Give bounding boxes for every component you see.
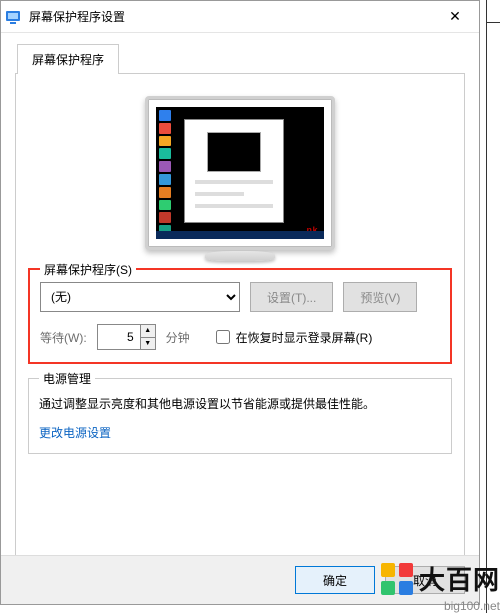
wait-unit: 分钟 <box>166 329 190 346</box>
screensaver-settings-dialog: 屏幕保护程序设置 ✕ 屏幕保护程序 nk <box>0 0 480 605</box>
tab-body: nk 屏幕保护程序(S) (无) 设置(T)... 预览(V) 等待(W): <box>15 74 465 574</box>
tabstrip: 屏幕保护程序 <box>15 43 465 74</box>
desktop-icons <box>159 110 173 236</box>
cancel-button[interactable]: 取消 <box>385 566 465 594</box>
resume-checkbox[interactable] <box>216 330 230 344</box>
preview-inner-window <box>184 119 284 223</box>
wait-spin-down[interactable]: ▼ <box>141 338 155 350</box>
tab-screensaver[interactable]: 屏幕保护程序 <box>17 44 119 74</box>
power-group: 电源管理 通过调整显示亮度和其他电源设置以节省能源或提供最佳性能。 更改电源设置 <box>28 378 452 454</box>
wait-spinner: ▲ ▼ <box>97 324 156 350</box>
app-icon <box>5 9 21 25</box>
settings-button[interactable]: 设置(T)... <box>250 282 333 312</box>
wait-input[interactable] <box>98 325 140 349</box>
preview-area: nk <box>28 96 452 250</box>
screensaver-group-title: 屏幕保护程序(S) <box>40 261 136 278</box>
monitor-screen: nk <box>156 107 324 239</box>
close-button[interactable]: ✕ <box>435 2 475 32</box>
screensaver-group: 屏幕保护程序(S) (无) 设置(T)... 预览(V) 等待(W): ▲ ▼ <box>28 268 452 364</box>
titlebar: 屏幕保护程序设置 ✕ <box>1 1 479 33</box>
dialog-content: 屏幕保护程序 nk <box>1 33 479 574</box>
power-description: 通过调整显示亮度和其他电源设置以节省能源或提供最佳性能。 <box>39 395 441 414</box>
ok-button[interactable]: 确定 <box>295 566 375 594</box>
background-window-edge <box>486 0 500 613</box>
screensaver-select[interactable]: (无) <box>40 282 240 312</box>
preview-taskbar <box>156 231 324 239</box>
window-title: 屏幕保护程序设置 <box>29 8 435 25</box>
power-group-title: 电源管理 <box>39 370 95 387</box>
wait-label: 等待(W): <box>40 329 87 346</box>
change-power-settings-link[interactable]: 更改电源设置 <box>39 424 111 441</box>
wait-spin-up[interactable]: ▲ <box>141 325 155 338</box>
dialog-footer: 确定 取消 <box>1 555 479 604</box>
resume-checkbox-wrap[interactable]: 在恢复时显示登录屏幕(R) <box>216 329 373 346</box>
resume-checkbox-label: 在恢复时显示登录屏幕(R) <box>236 329 373 346</box>
monitor-frame: nk <box>145 96 335 250</box>
preview-button[interactable]: 预览(V) <box>343 282 417 312</box>
